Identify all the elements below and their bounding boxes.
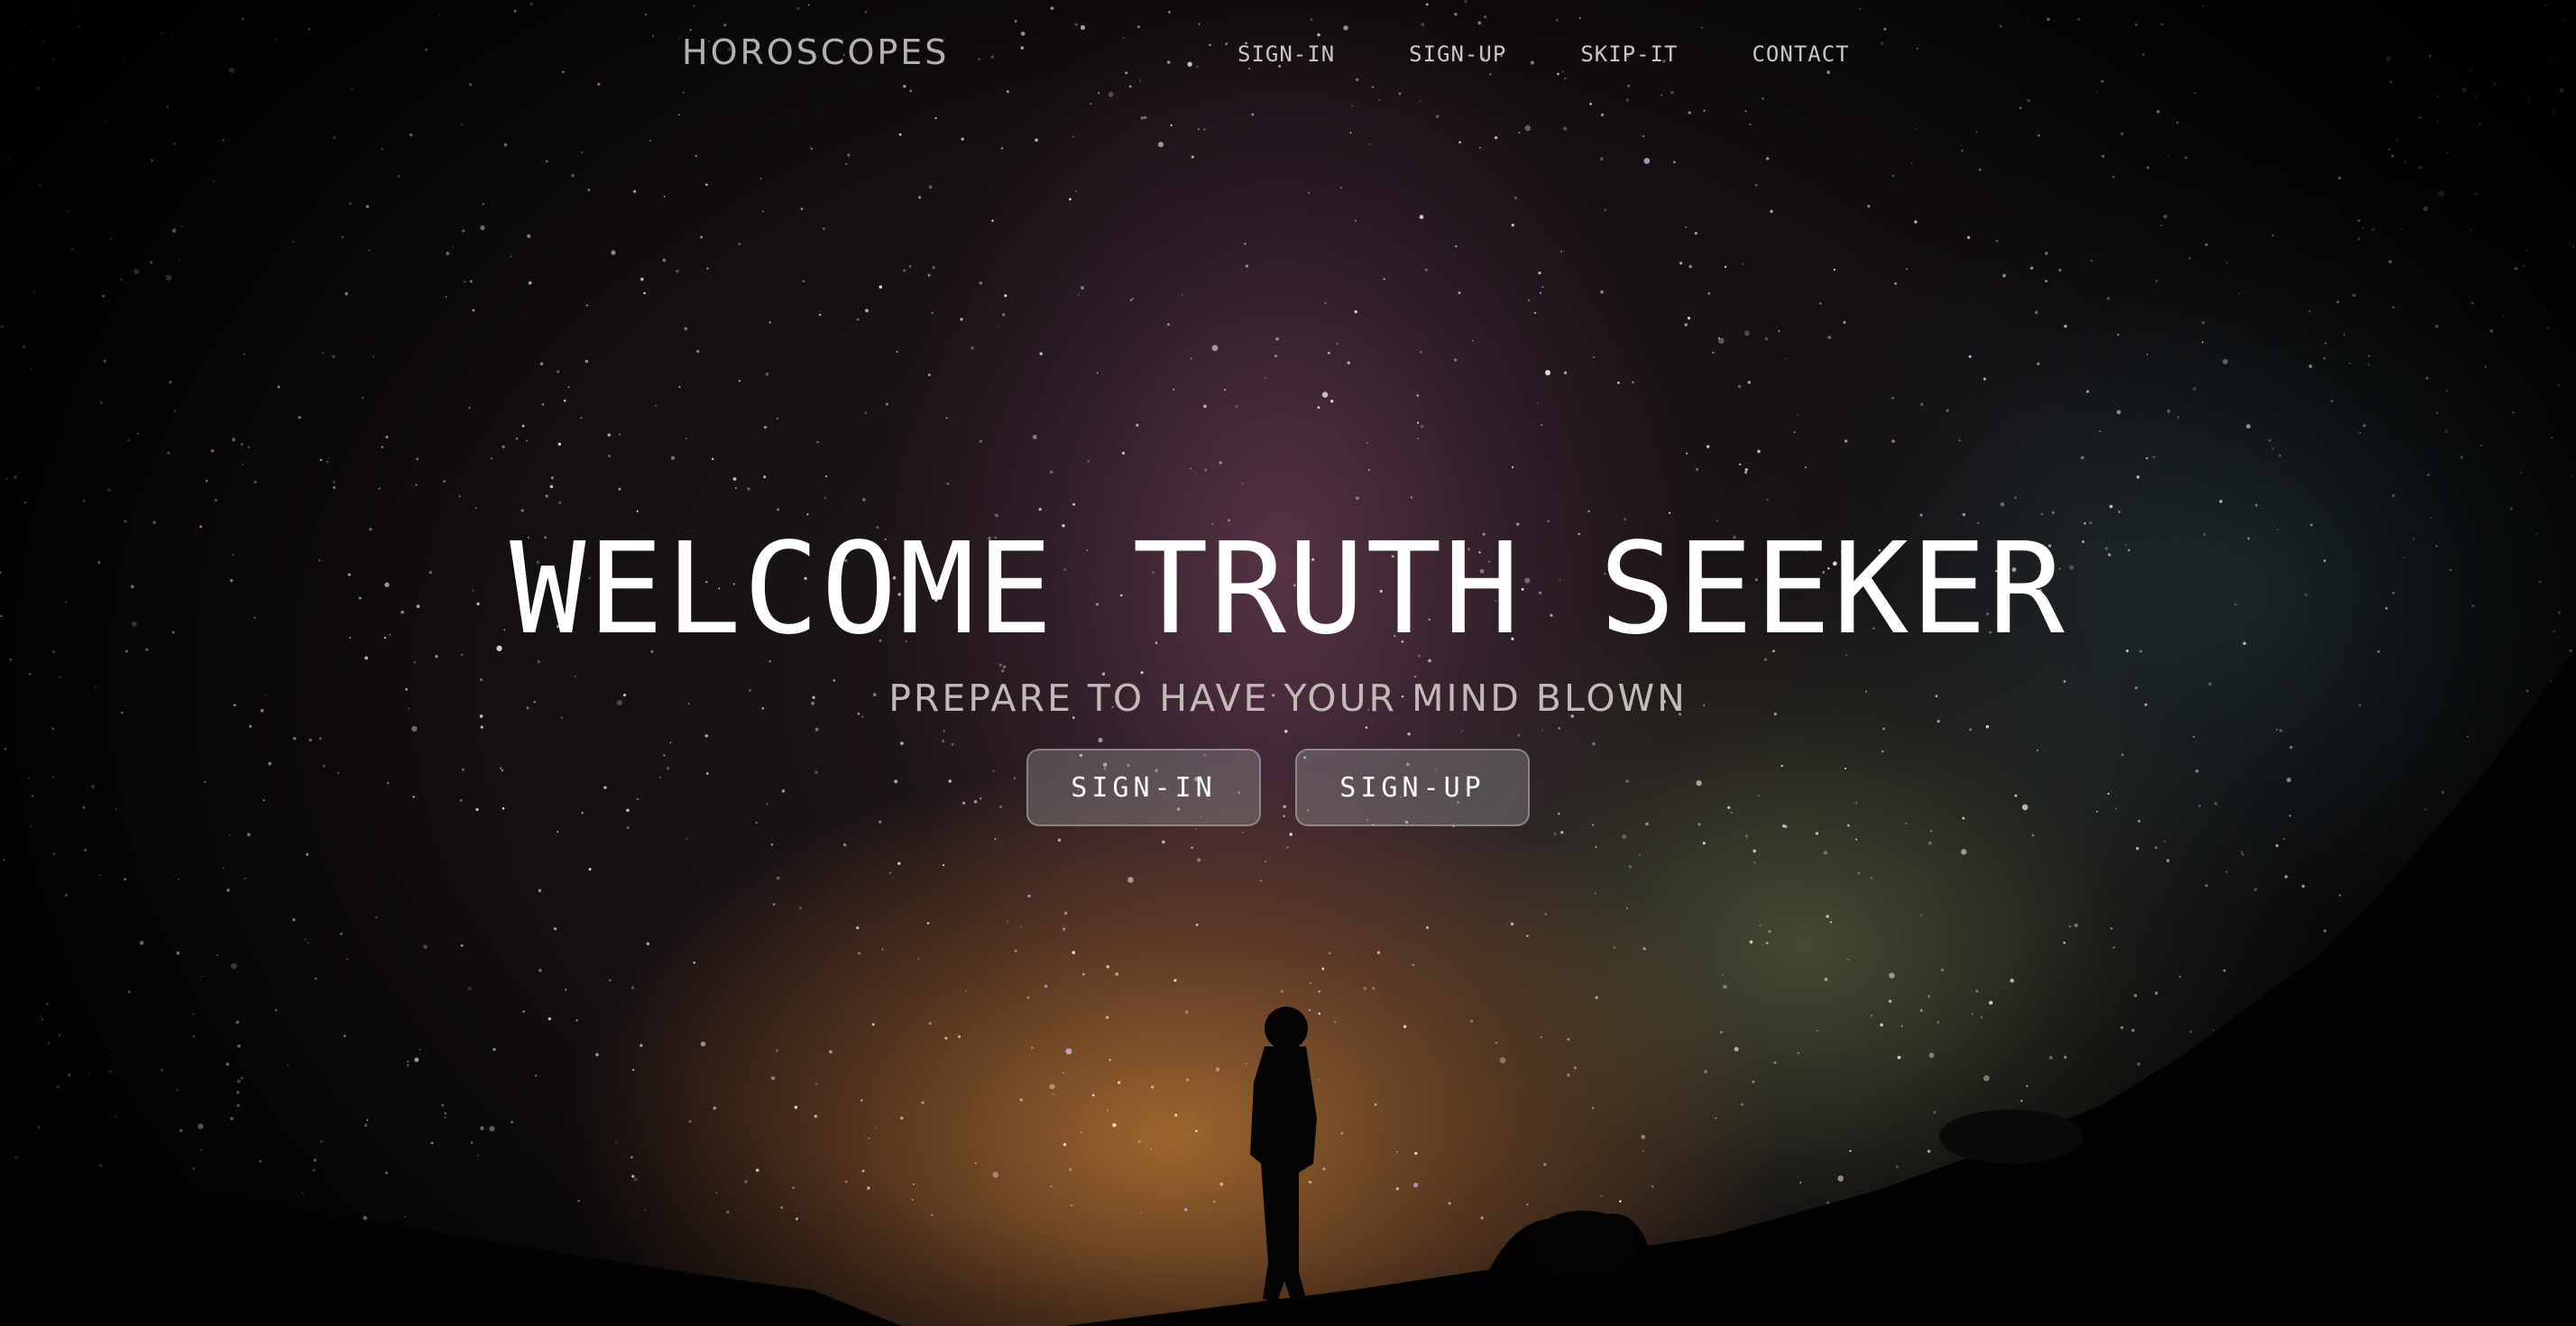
brand-logo-link[interactable]: HOROSCOPES [682, 32, 949, 72]
hero-cta-group: SIGN-IN SIGN-UP [1026, 749, 1530, 826]
sign-up-button[interactable]: SIGN-UP [1295, 749, 1530, 826]
hero-subtitle: PREPARE TO HAVE YOUR MIND BLOWN [888, 677, 1688, 720]
nav-links: SIGN-IN SIGN-UP SKIP-IT CONTACT [1237, 41, 1850, 67]
nav-link-contact[interactable]: CONTACT [1752, 41, 1849, 67]
person-silhouette [1250, 1007, 1317, 1303]
sign-in-button[interactable]: SIGN-IN [1026, 749, 1261, 826]
nav-link-sign-in[interactable]: SIGN-IN [1237, 41, 1335, 67]
hero-title: WELCOME TRUTH SEEKER [510, 516, 2066, 663]
hillside-silhouette [0, 649, 2576, 1326]
top-nav: HOROSCOPES SIGN-IN SIGN-UP SKIP-IT CONTA… [0, 0, 2576, 112]
background-image [0, 0, 2576, 1326]
nav-link-skip-it[interactable]: SKIP-IT [1580, 41, 1678, 67]
nav-link-sign-up[interactable]: SIGN-UP [1409, 41, 1506, 67]
